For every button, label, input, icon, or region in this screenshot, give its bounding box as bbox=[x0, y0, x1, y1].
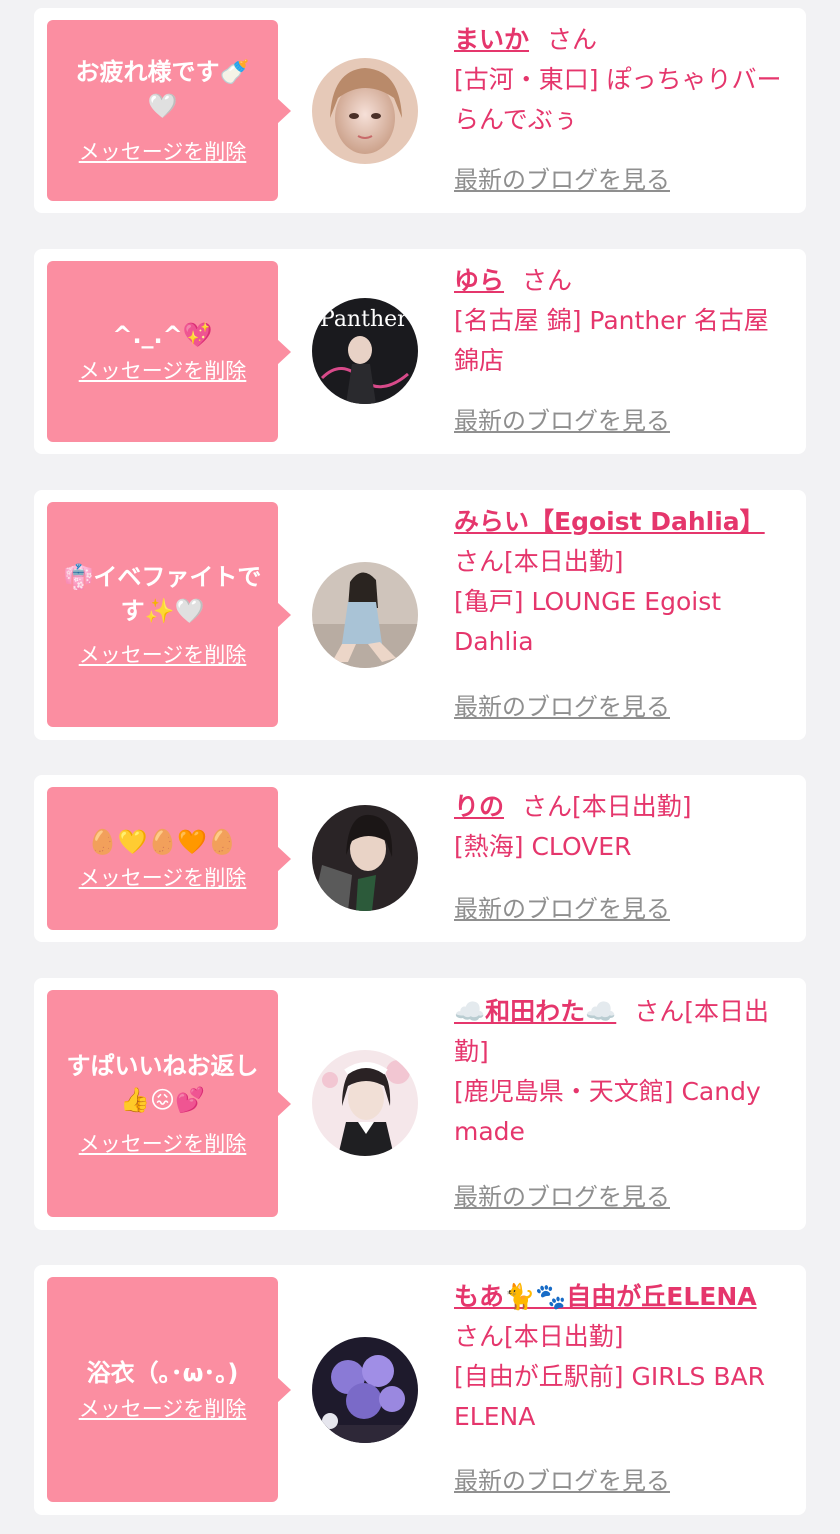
avatar[interactable] bbox=[312, 1337, 418, 1443]
cast-name-link[interactable]: みらい【Egoist Dahlia】 bbox=[454, 507, 765, 536]
shop-name: [古河・東口] ぽっちゃりバー らんでぶぅ bbox=[454, 65, 782, 134]
status-badge: [本日出勤] bbox=[572, 792, 692, 821]
message-text: 🥚💛🥚🧡🥚 bbox=[87, 827, 238, 856]
message-card: 👘イベファイトです✨🤍 メッセージを削除 みらい【Egoist Dahlia】 … bbox=[34, 490, 806, 740]
san-suffix: さん bbox=[454, 547, 505, 576]
cast-info: りの さん[本日出勤] [熱海] CLOVER bbox=[454, 787, 792, 867]
latest-blog-link[interactable]: 最新のブログを見る bbox=[454, 1181, 670, 1213]
cast-name-link[interactable]: まいか bbox=[454, 25, 529, 54]
latest-blog-link[interactable]: 最新のブログを見る bbox=[454, 893, 670, 925]
san-suffix: さん bbox=[522, 792, 573, 821]
san-suffix: さん bbox=[522, 266, 573, 295]
message-text: 👘イベファイトです✨🤍 bbox=[63, 562, 262, 625]
shop-name: [鹿児島県・天文館] Candy made bbox=[454, 1077, 761, 1146]
cast-info: ☁️和田わた☁️ さん[本日出勤] [鹿児島県・天文館] Candy made bbox=[454, 992, 792, 1152]
shop-name: [名古屋 錦] Panther 名古屋錦店 bbox=[454, 306, 769, 375]
cast-name-link[interactable]: もあ🐈🐾自由が丘ELENA bbox=[454, 1282, 757, 1311]
latest-blog-link[interactable]: 最新のブログを見る bbox=[454, 405, 670, 437]
message-text: ^._.^💖 bbox=[112, 320, 213, 349]
avatar[interactable] bbox=[312, 58, 418, 164]
shop-name: [亀戸] LOUNGE Egoist Dahlia bbox=[454, 587, 722, 656]
delete-message-link[interactable]: メッセージを削除 bbox=[79, 863, 247, 893]
cast-name-link[interactable]: ゆら bbox=[454, 266, 504, 295]
message-card: すぱいいねお返し👍😖💕 メッセージを削除 ☁️和田わた☁️ さん[本日出勤] [鹿… bbox=[34, 978, 806, 1230]
san-suffix: さん bbox=[454, 1322, 505, 1351]
delete-message-link[interactable]: メッセージを削除 bbox=[79, 1394, 247, 1424]
avatar[interactable] bbox=[312, 805, 418, 911]
shop-name: [熱海] CLOVER bbox=[454, 832, 632, 861]
latest-blog-link[interactable]: 最新のブログを見る bbox=[454, 1465, 670, 1497]
avatar[interactable]: Panther bbox=[312, 298, 418, 404]
delete-message-link[interactable]: メッセージを削除 bbox=[79, 640, 247, 670]
message-text: お疲れ様です🍼🤍 bbox=[75, 57, 250, 120]
message-bubble: すぱいいねお返し👍😖💕 メッセージを削除 bbox=[47, 990, 291, 1217]
avatar[interactable] bbox=[312, 1050, 418, 1156]
cast-name-link[interactable]: りの bbox=[454, 792, 504, 821]
cast-info: もあ🐈🐾自由が丘ELENA さん[本日出勤] [自由が丘駅前] GIRLS BAR… bbox=[454, 1277, 792, 1437]
avatar[interactable] bbox=[312, 562, 418, 668]
message-bubble: お疲れ様です🍼🤍 メッセージを削除 bbox=[47, 20, 291, 201]
san-suffix: さん bbox=[634, 997, 685, 1026]
cast-name-link[interactable]: ☁️和田わた☁️ bbox=[454, 997, 616, 1026]
message-card: 浴衣（｡･ω･｡) メッセージを削除 もあ🐈🐾自由が丘ELENA さん[本日出勤]… bbox=[34, 1265, 806, 1515]
message-bubble: 👘イベファイトです✨🤍 メッセージを削除 bbox=[47, 502, 291, 727]
cast-info: まいか さん [古河・東口] ぽっちゃりバー らんでぶぅ bbox=[454, 20, 792, 140]
message-card: ^._.^💖 メッセージを削除 Panther ゆら さん [名古屋 錦] Pan… bbox=[34, 249, 806, 454]
cast-info: ゆら さん [名古屋 錦] Panther 名古屋錦店 bbox=[454, 261, 792, 381]
shop-name: [自由が丘駅前] GIRLS BAR ELENA bbox=[454, 1362, 765, 1431]
san-suffix: さん bbox=[547, 25, 598, 54]
delete-message-link[interactable]: メッセージを削除 bbox=[79, 137, 247, 167]
latest-blog-link[interactable]: 最新のブログを見る bbox=[454, 691, 670, 723]
cast-info: みらい【Egoist Dahlia】 さん[本日出勤] [亀戸] LOUNGE … bbox=[454, 502, 792, 662]
message-text: すぱいいねお返し👍😖💕 bbox=[66, 1051, 259, 1114]
delete-message-link[interactable]: メッセージを削除 bbox=[79, 356, 247, 386]
delete-message-link[interactable]: メッセージを削除 bbox=[79, 1129, 247, 1159]
message-bubble: 🥚💛🥚🧡🥚 メッセージを削除 bbox=[47, 787, 291, 930]
message-card: お疲れ様です🍼🤍 メッセージを削除 まいか さん [古河・東口] ぽっちゃりバー … bbox=[34, 8, 806, 213]
message-text: 浴衣（｡･ω･｡) bbox=[86, 1358, 239, 1387]
status-badge: [本日出勤] bbox=[504, 547, 624, 576]
status-badge: [本日出勤] bbox=[504, 1322, 624, 1351]
svg-text:Panther: Panther bbox=[320, 307, 408, 332]
message-bubble: 浴衣（｡･ω･｡) メッセージを削除 bbox=[47, 1277, 291, 1502]
message-bubble: ^._.^💖 メッセージを削除 bbox=[47, 261, 291, 442]
latest-blog-link[interactable]: 最新のブログを見る bbox=[454, 164, 670, 196]
message-card: 🥚💛🥚🧡🥚 メッセージを削除 りの さん[本日出勤] [熱海] CLOVER 最新… bbox=[34, 775, 806, 942]
